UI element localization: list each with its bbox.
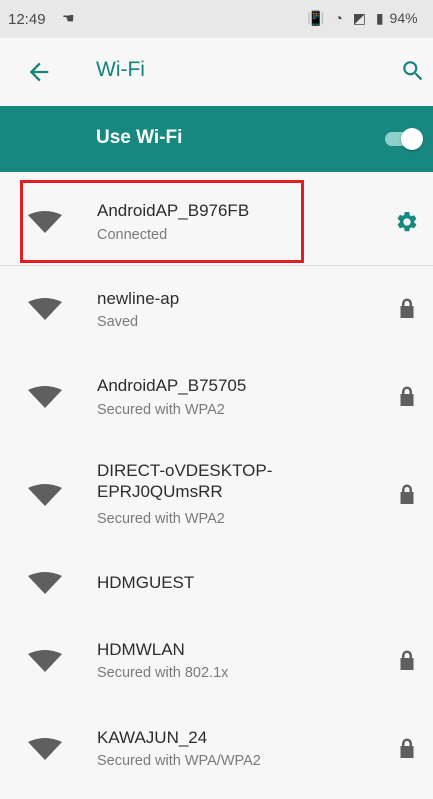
use-wifi-label: Use Wi-Fi [96, 127, 183, 148]
wifi-signal-full-icon [28, 484, 62, 506]
hand-icon: ☚ [62, 10, 75, 26]
wifi-signal-full-icon [28, 572, 62, 594]
network-name: HDMWLAN [97, 640, 185, 659]
network-row-newline-ap[interactable]: newline-ap Saved [0, 266, 433, 352]
network-name: HDMGUEST [97, 573, 195, 592]
network-status: Secured with WPA/WPA2 [97, 753, 261, 769]
wifi-signal-full-icon [28, 386, 62, 408]
battery-icon: ▮ [375, 10, 384, 26]
network-name: KAWAJUN_24 [97, 728, 208, 747]
wifi-signal-icon: ◔ [334, 10, 343, 26]
status-bar: 12:49 ☚ 📳 ◔ ◩ ▮ 94% [0, 0, 433, 38]
no-sim-icon: ◩ [352, 10, 366, 26]
lock-icon [400, 738, 414, 758]
wifi-signal-full-icon [28, 738, 62, 760]
network-row-hdmwlan[interactable]: HDMWLAN Secured with 802.1x [0, 618, 433, 708]
network-status: Secured with WPA2 [97, 511, 225, 527]
battery-percent: 94% [389, 10, 418, 26]
network-row-kawajun-24[interactable]: KAWAJUN_24 Secured with WPA/WPA2 [0, 708, 433, 799]
search-icon[interactable] [400, 58, 426, 84]
use-wifi-bar[interactable]: Use Wi-Fi [0, 106, 433, 172]
gear-icon[interactable] [395, 210, 419, 234]
lock-icon [400, 298, 414, 318]
network-status: Saved [97, 314, 139, 330]
network-name: newline-ap [97, 289, 180, 308]
network-row-hdmguest[interactable]: HDMGUEST [0, 550, 433, 618]
network-name-line2: EPRJ0QUmsRR [97, 482, 223, 501]
vibrate-icon: 📳 [307, 10, 325, 26]
lock-icon [400, 484, 414, 504]
app-toolbar: Wi-Fi [0, 38, 433, 106]
page-title: Wi-Fi [96, 58, 145, 81]
network-row-direct-ovdesktop[interactable]: DIRECT-oVDESKTOP- EPRJ0QUmsRR Secured wi… [0, 438, 433, 550]
lock-icon [400, 650, 414, 670]
toggle-knob [401, 128, 423, 150]
connected-network-highlight [20, 180, 304, 263]
status-icons: 📳 ◔ ◩ ▮ 94% [307, 10, 433, 27]
network-name-line1: DIRECT-oVDESKTOP- [97, 461, 273, 480]
status-time: 12:49 [8, 11, 46, 28]
lock-icon [400, 386, 414, 406]
use-wifi-toggle[interactable] [385, 128, 423, 150]
network-name: AndroidAP_B75705 [97, 376, 247, 395]
wifi-signal-full-icon [28, 298, 62, 320]
network-status: Secured with WPA2 [97, 402, 225, 418]
back-arrow-icon[interactable] [25, 58, 53, 86]
network-row-androidap-b75705[interactable]: AndroidAP_B75705 Secured with WPA2 [0, 352, 433, 438]
network-status: Secured with 802.1x [97, 665, 229, 681]
wifi-signal-full-icon [28, 650, 62, 672]
